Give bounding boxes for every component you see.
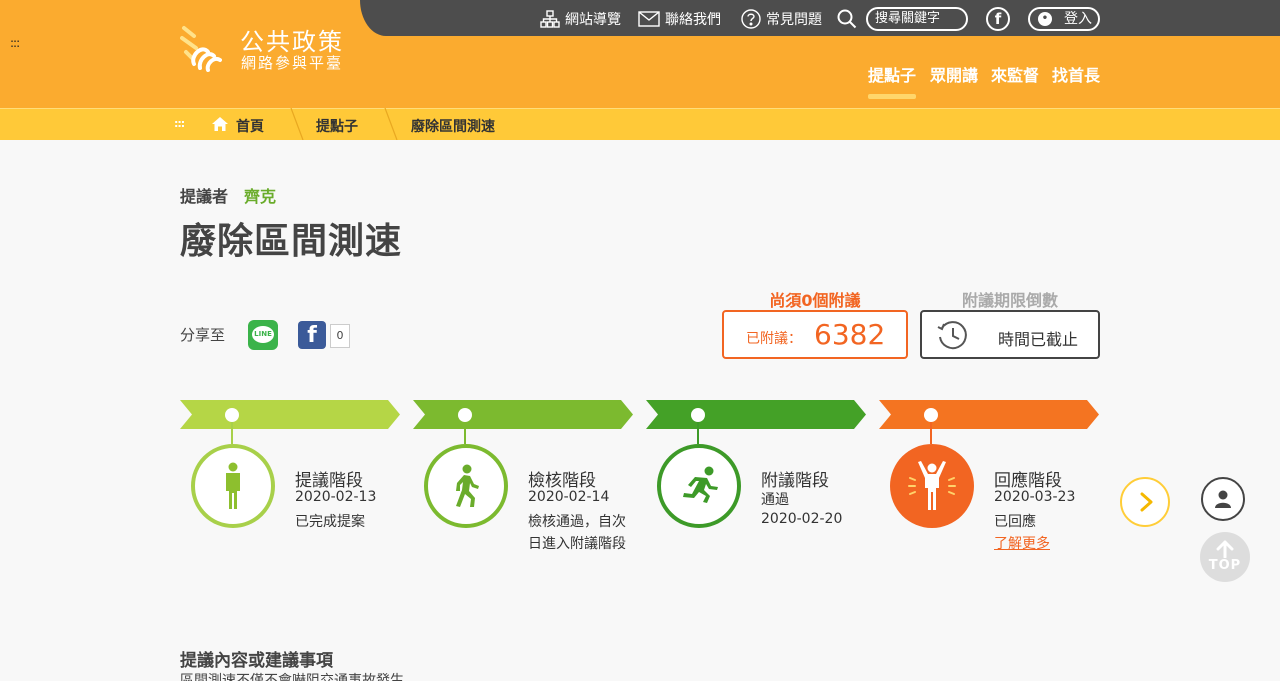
deadline-box: 時間已截止 [920,310,1100,359]
stage-title: 回應階段 [994,471,1062,491]
stage-arrow [646,400,866,429]
breadcrumb-current: 廢除區間測速 [411,119,495,135]
stage-marker [458,408,472,422]
endorsements-needed: 尚須0個附議 [769,291,861,310]
sitemap-label: 網站導覽 [565,12,621,28]
login-button[interactable]: • 登入 [1028,7,1100,31]
stage-title: 檢核階段 [528,471,596,491]
arrow-up-icon [1216,540,1234,558]
page-title: 廢除區間測速 [180,221,403,262]
next-stage-button[interactable] [1120,477,1170,527]
stage-arrow [413,400,633,429]
stage-arrow [879,400,1099,429]
stage-marker [924,408,938,422]
endorsement-count-label: 已附議： [746,331,802,347]
walking-person-icon [456,464,479,507]
cheering-person-icon [908,461,956,510]
stage-connector [464,422,466,444]
share-label: 分享至 [180,326,226,344]
stage-status: 已回應 [994,514,1036,530]
stage-title: 附議階段 [761,471,829,491]
stage-date: 2020-02-20 [761,511,843,527]
breadcrumb-separator [290,108,304,140]
user-menu-button[interactable] [1201,477,1245,521]
contact-link[interactable]: 聯絡我們 [638,8,721,30]
stage-status-cont: 日進入附議階段 [528,536,626,552]
stage-connector [697,422,699,444]
logo-subtitle: 網路參與平臺 [241,54,344,72]
running-person-icon [683,466,718,503]
stage-connector [231,422,233,444]
nav-find-chief[interactable]: 找首長 [1052,62,1100,86]
stage-arrow [180,400,400,429]
proposer-label: 提議者 [180,187,229,206]
breadcrumb-menu-icon[interactable]: ::: [174,117,185,130]
facebook-share-count: 0 [330,324,350,348]
user-icon: • [1038,12,1052,26]
logo-icon[interactable] [180,22,222,72]
side-menu-icon[interactable]: ::: [10,36,20,50]
deadline-title: 附議期限倒數 [961,291,1058,310]
breadcrumb [0,108,1280,140]
breadcrumb-separator [384,108,398,140]
mail-icon [638,11,660,27]
login-label: 登入 [1064,11,1092,27]
user-icon [1215,490,1231,508]
stage-status: 已完成提案 [295,514,365,530]
nav-ideas[interactable]: 提點子 [868,62,916,86]
chevron-right-icon [1140,492,1153,512]
stage-date: 2020-03-23 [994,489,1076,505]
standing-person-icon [226,462,240,509]
breadcrumb-ideas[interactable]: 提點子 [316,116,358,136]
search-input[interactable]: 搜尋關鍵字 [866,7,968,31]
content-text: 區間測速不僅不會嚇阻交通事故發生 [180,673,404,681]
stage-status: 通過 [761,492,789,508]
stage-circle [191,444,275,528]
facebook-share-button[interactable]: f [298,321,326,349]
question-icon [741,9,761,29]
clock-icon [937,321,967,350]
line-share-button[interactable]: LINE [248,320,278,350]
contact-label: 聯絡我們 [665,12,721,28]
nav-discussions[interactable]: 眾開講 [930,62,978,86]
home-icon[interactable] [211,116,229,132]
faq-label: 常見問題 [766,12,822,28]
proposer-name[interactable]: 齊克 [244,183,276,207]
back-to-top-button[interactable]: TOP [1200,532,1250,582]
facebook-icon[interactable]: f [986,7,1010,31]
deadline-status: 時間已截止 [998,330,1079,349]
stage-circle [890,444,974,528]
stage-marker [225,408,239,422]
breadcrumb-home[interactable]: 首頁 [236,116,264,136]
stage-connector [930,422,932,444]
nav-supervise[interactable]: 來監督 [991,62,1039,86]
endorsement-count-box: 已附議： 6382 [722,310,908,359]
endorsement-count-value: 6382 [814,318,886,351]
sitemap-icon [540,10,560,28]
search-icon[interactable] [837,9,857,29]
faq-link[interactable]: 常見問題 [741,8,822,30]
line-icon: LINE [252,326,274,343]
top-label: TOP [1208,558,1242,573]
active-nav-indicator [868,94,916,99]
sitemap-link[interactable]: 網站導覽 [540,8,621,30]
content-heading: 提議內容或建議事項 [180,651,333,671]
stage-circle [424,444,508,528]
stage-marker [691,408,705,422]
learn-more-link[interactable]: 了解更多 [994,533,1050,553]
stage-date: 2020-02-14 [528,489,610,505]
stage-status: 檢核通過，自次 [528,514,626,530]
stage-date: 2020-02-13 [295,489,377,505]
stage-title: 提議階段 [295,471,363,491]
stage-circle [657,444,741,528]
